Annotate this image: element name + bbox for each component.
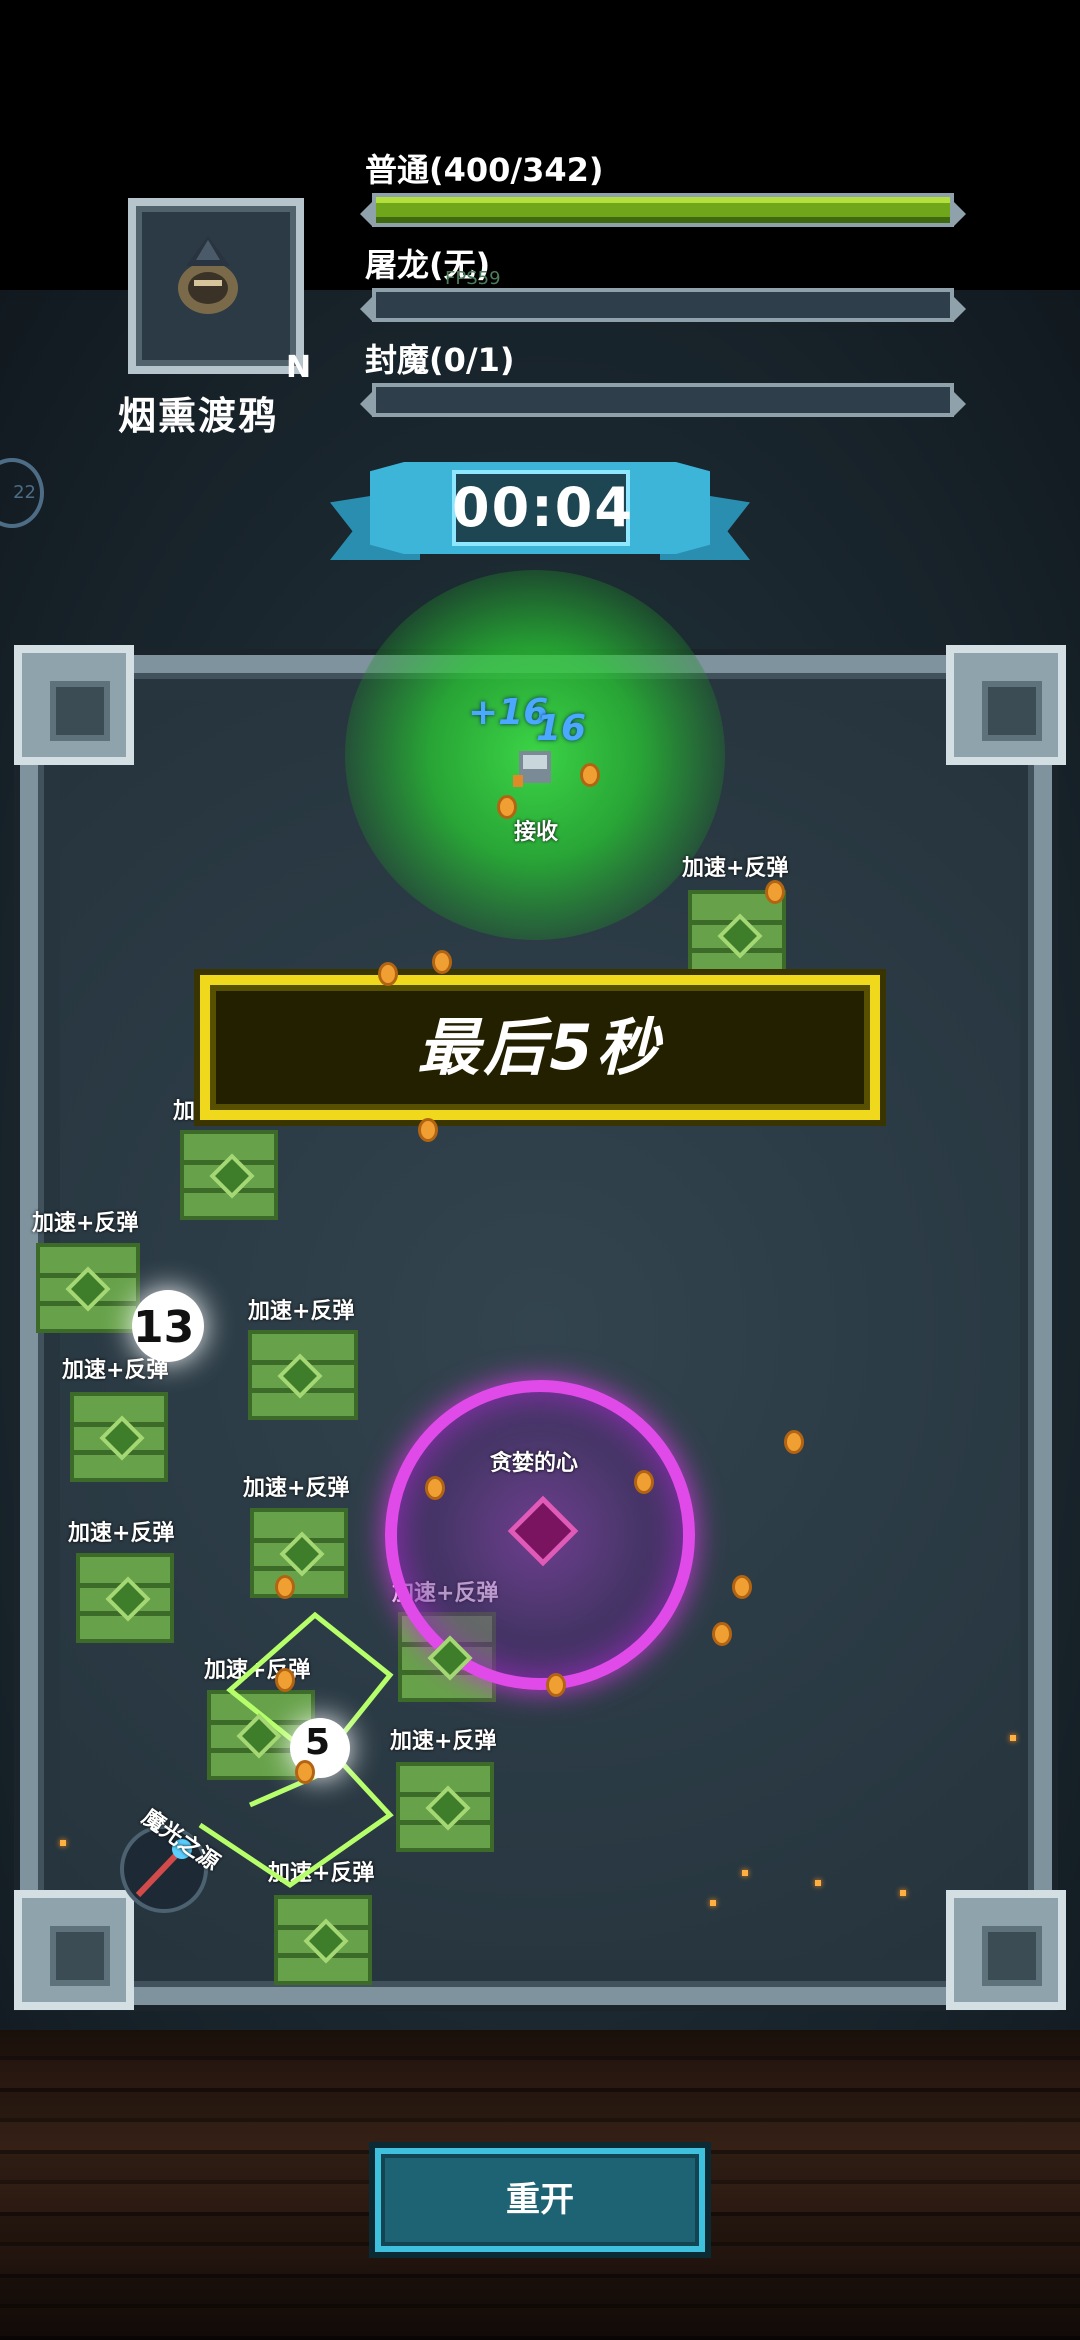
character-name: 烟熏渡鸦	[118, 394, 279, 438]
seal-demon-label: 封魔(0/1)	[365, 341, 515, 379]
coin-icon	[732, 1575, 752, 1599]
speed-bounce-block[interactable]	[396, 1762, 494, 1852]
final-seconds-text: 最后5秒	[417, 1011, 663, 1084]
speed-bounce-block[interactable]	[248, 1330, 358, 1420]
sparkle	[742, 1870, 748, 1876]
block-label: 加速+反弹	[243, 1476, 350, 1501]
speed-bounce-block[interactable]	[76, 1553, 174, 1643]
speed-bounce-block[interactable]	[180, 1130, 278, 1220]
coin-icon	[295, 1760, 315, 1784]
float-number: 16	[536, 708, 587, 749]
receiver-label: 接收	[514, 820, 559, 845]
green-gem-icon	[209, 1153, 255, 1199]
coin-icon	[432, 950, 452, 974]
seal-demon-bar	[360, 383, 966, 417]
coin-icon	[546, 1673, 566, 1697]
block-label: 加速+反弹	[248, 1299, 355, 1324]
coin-icon	[418, 1118, 438, 1142]
speed-bounce-block[interactable]	[70, 1392, 168, 1482]
coin-icon	[765, 880, 785, 904]
arena-corner-top-right	[946, 645, 1066, 765]
block-label: 加速+反弹	[682, 856, 789, 881]
arena-corner-bottom-right	[946, 1890, 1066, 2010]
coin-icon	[497, 795, 517, 819]
normal-progress-bar	[360, 193, 966, 227]
raven-icon	[178, 236, 238, 314]
arena-corner-bottom-left	[14, 1890, 134, 2010]
green-gem-icon	[99, 1415, 145, 1461]
coin-icon	[784, 1430, 804, 1454]
sparkle	[710, 1900, 716, 1906]
coin-icon	[712, 1622, 732, 1646]
ball-hit-count: 13	[133, 1302, 195, 1353]
boss-label: 贪婪的心	[490, 1451, 579, 1476]
green-gem-icon	[279, 1531, 325, 1577]
arena-corner-top-left	[14, 645, 134, 765]
restart-button[interactable]: 重开	[375, 2148, 705, 2252]
coin-icon	[634, 1470, 654, 1494]
countdown-timer: 00:04	[452, 476, 634, 539]
sparkle	[60, 1840, 66, 1846]
sparkle	[815, 1880, 821, 1886]
green-gem-icon	[65, 1266, 111, 1312]
sparkle	[1010, 1735, 1016, 1741]
green-gem-icon	[277, 1353, 323, 1399]
green-gem-icon	[105, 1576, 151, 1622]
green-gem-icon	[425, 1785, 471, 1831]
coin-icon	[275, 1575, 295, 1599]
speed-bounce-block[interactable]	[250, 1508, 348, 1598]
fps-counter: FPS59	[445, 268, 501, 289]
block-label: 加速+反弹	[32, 1211, 139, 1236]
coin-icon	[378, 962, 398, 986]
coin-icon	[275, 1668, 295, 1692]
rarity-badge: N	[286, 350, 312, 385]
normal-progress-fill	[376, 197, 950, 223]
speed-bounce-block[interactable]	[36, 1243, 140, 1333]
character-portrait[interactable]	[128, 198, 304, 374]
dragon-slayer-bar	[360, 288, 966, 322]
sparkle	[900, 1890, 906, 1896]
block-label: 加速+反弹	[68, 1521, 175, 1546]
coin-icon	[580, 763, 600, 787]
green-gem-icon	[303, 1918, 349, 1964]
coin-icon	[425, 1476, 445, 1500]
ball-hit-count: 5	[305, 1722, 331, 1763]
normal-progress-label: 普通(400/342)	[365, 151, 604, 189]
green-gem-icon	[717, 913, 763, 959]
